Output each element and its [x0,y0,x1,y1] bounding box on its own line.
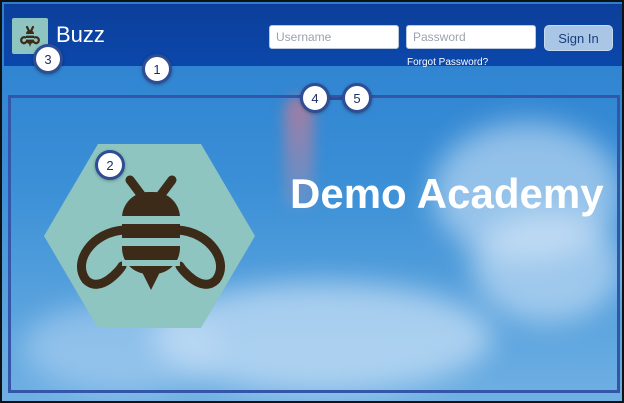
academy-title: Demo Academy [290,170,604,217]
callout-marker: 2 [95,150,125,180]
username-input[interactable] [269,25,399,49]
callout-marker: 1 [142,54,172,84]
callout-marker: 4 [300,83,330,113]
forgot-password-link[interactable]: Forgot Password? [407,57,488,68]
password-input[interactable] [406,25,536,49]
bee-hexagon-icon [44,144,255,328]
callout-marker: 5 [342,83,372,113]
brand-name: Buzz [56,22,105,47]
callout-connector [328,97,342,100]
app-frame: Buzz Sign In Forgot Password? Demo Acade… [0,0,624,403]
header-bar: Buzz Sign In Forgot Password? [4,4,622,68]
sign-in-button[interactable]: Sign In [544,25,613,51]
callout-marker: 3 [33,44,63,74]
